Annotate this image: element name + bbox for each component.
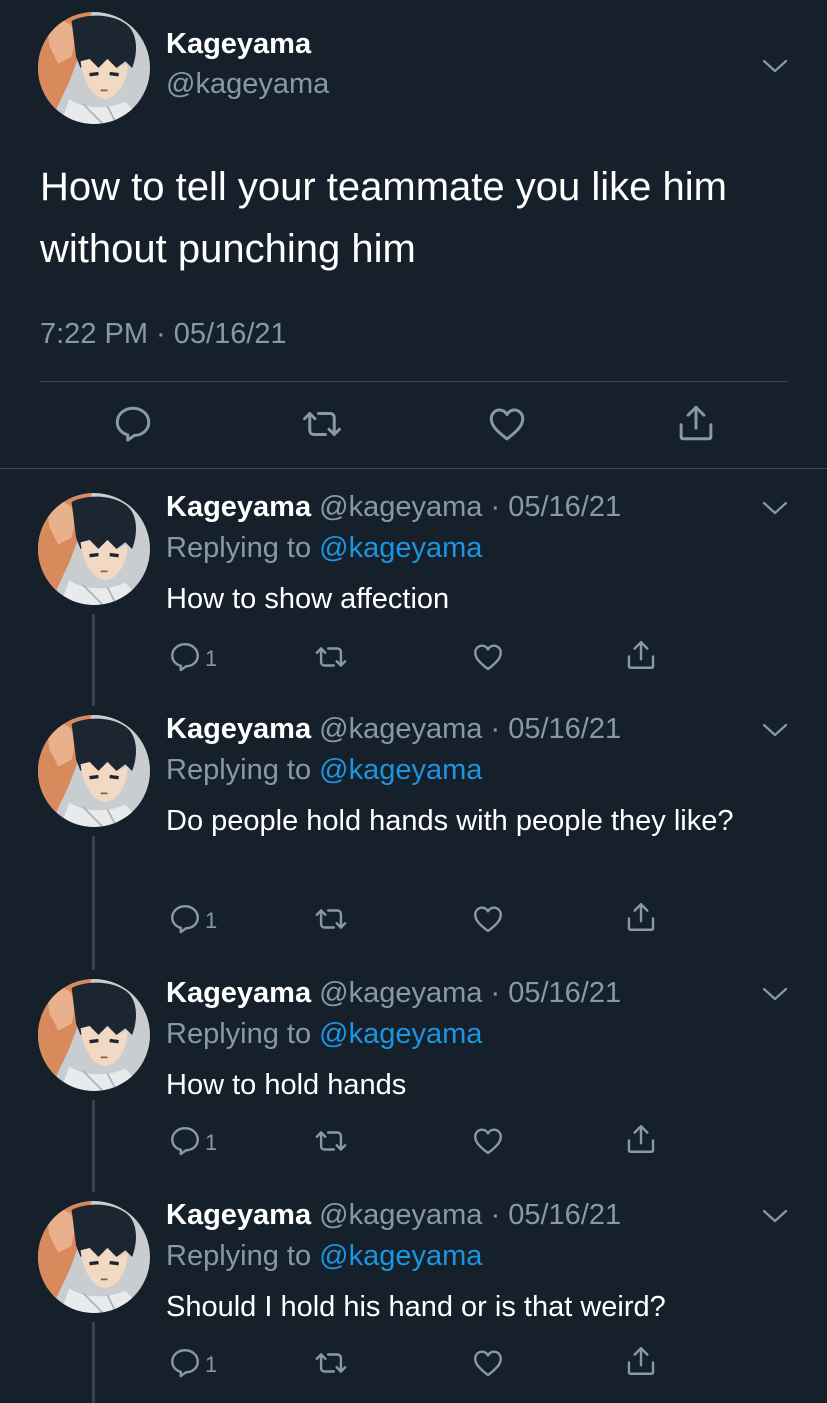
share-icon[interactable]: [624, 900, 658, 934]
reply-author-avatar[interactable]: [38, 979, 150, 1091]
like-icon[interactable]: [471, 902, 505, 936]
thread-connector-line: [92, 614, 95, 706]
main-author-avatar[interactable]: [38, 12, 150, 124]
reply-icon[interactable]: [112, 403, 154, 445]
like-icon[interactable]: [471, 1124, 505, 1158]
replying-to-label: Replying to: [166, 1018, 312, 1050]
reply-text: Do people hold hands with people they li…: [166, 805, 734, 837]
reply-separator: ·: [490, 1199, 501, 1231]
reply-author-handle[interactable]: @kageyama: [319, 977, 482, 1009]
share-icon[interactable]: [675, 402, 717, 444]
share-icon[interactable]: [624, 638, 658, 672]
share-icon[interactable]: [624, 1122, 658, 1156]
reply-author-handle[interactable]: @kageyama: [319, 491, 482, 523]
main-author-handle[interactable]: @kageyama: [166, 68, 329, 101]
reply-text: How to show affection: [166, 583, 450, 615]
share-icon[interactable]: [624, 1344, 658, 1378]
reply-author-name[interactable]: Kageyama: [166, 1199, 311, 1231]
reply-icon[interactable]: [168, 1346, 202, 1380]
reply-icon[interactable]: [168, 902, 202, 936]
replying-to-line: Replying to @kageyama: [166, 1018, 482, 1051]
replying-to-mention[interactable]: @kageyama: [319, 1018, 482, 1050]
reply-author-avatar[interactable]: [38, 715, 150, 827]
replying-to-label: Replying to: [166, 532, 312, 564]
replying-to-label: Replying to: [166, 754, 312, 786]
reply-count: 1: [205, 1130, 218, 1155]
reply-date[interactable]: 05/16/21: [508, 977, 621, 1009]
chevron-down-icon[interactable]: [762, 722, 788, 738]
reply-author-handle[interactable]: @kageyama: [319, 713, 482, 745]
chevron-down-icon[interactable]: [762, 986, 788, 1002]
like-icon[interactable]: [471, 640, 505, 674]
retweet-icon[interactable]: [313, 1124, 349, 1158]
reply-header: Kageyama @kageyama · 05/16/21: [166, 713, 621, 746]
reply-date[interactable]: 05/16/21: [508, 1199, 621, 1231]
reply-author-name[interactable]: Kageyama: [166, 977, 311, 1009]
reply-author-name[interactable]: Kageyama: [166, 713, 311, 745]
reply-date[interactable]: 05/16/21: [508, 713, 621, 745]
thread-connector-line: [92, 1100, 95, 1192]
reply-header: Kageyama @kageyama · 05/16/21: [166, 1199, 621, 1232]
reply-separator: ·: [490, 977, 501, 1009]
retweet-icon[interactable]: [300, 403, 344, 445]
reply-author-handle[interactable]: @kageyama: [319, 1199, 482, 1231]
tweet-thread-page: Kageyama @kageyama How to tell your team…: [0, 0, 827, 1403]
reply-count: 1: [205, 646, 218, 671]
thread-connector-line: [92, 836, 95, 970]
chevron-down-icon[interactable]: [762, 58, 788, 74]
like-icon[interactable]: [486, 403, 528, 445]
reply-separator: ·: [490, 713, 501, 745]
reply-separator: ·: [490, 491, 501, 523]
reply-icon[interactable]: [168, 640, 202, 674]
main-tweet-text: How to tell your teammate you like him w…: [40, 165, 727, 271]
replying-to-line: Replying to @kageyama: [166, 532, 482, 565]
retweet-icon[interactable]: [313, 1346, 349, 1380]
divider: [40, 381, 788, 382]
replying-to-mention[interactable]: @kageyama: [319, 532, 482, 564]
reply-icon[interactable]: [168, 1124, 202, 1158]
like-icon[interactable]: [471, 1346, 505, 1380]
chevron-down-icon[interactable]: [762, 1208, 788, 1224]
retweet-icon[interactable]: [313, 902, 349, 936]
reply-text: Should I hold his hand or is that weird?: [166, 1291, 666, 1323]
reply-author-name[interactable]: Kageyama: [166, 491, 311, 523]
replying-to-line: Replying to @kageyama: [166, 754, 482, 787]
reply-author-avatar[interactable]: [38, 493, 150, 605]
retweet-icon[interactable]: [313, 640, 349, 674]
main-author-name[interactable]: Kageyama: [166, 28, 311, 61]
reply-header: Kageyama @kageyama · 05/16/21: [166, 491, 621, 524]
reply-header: Kageyama @kageyama · 05/16/21: [166, 977, 621, 1010]
reply-date[interactable]: 05/16/21: [508, 491, 621, 523]
reply-author-avatar[interactable]: [38, 1201, 150, 1313]
replying-to-mention[interactable]: @kageyama: [319, 754, 482, 786]
reply-count: 1: [205, 908, 218, 933]
replying-to-label: Replying to: [166, 1240, 312, 1272]
reply-count: 1: [205, 1352, 218, 1377]
replying-to-line: Replying to @kageyama: [166, 1240, 482, 1273]
reply-text: How to hold hands: [166, 1069, 407, 1101]
thread-connector-line: [92, 1322, 95, 1403]
divider: [0, 468, 827, 469]
replying-to-mention[interactable]: @kageyama: [319, 1240, 482, 1272]
main-tweet-timestamp: 7:22 PM · 05/16/21: [40, 318, 287, 350]
chevron-down-icon[interactable]: [762, 500, 788, 516]
